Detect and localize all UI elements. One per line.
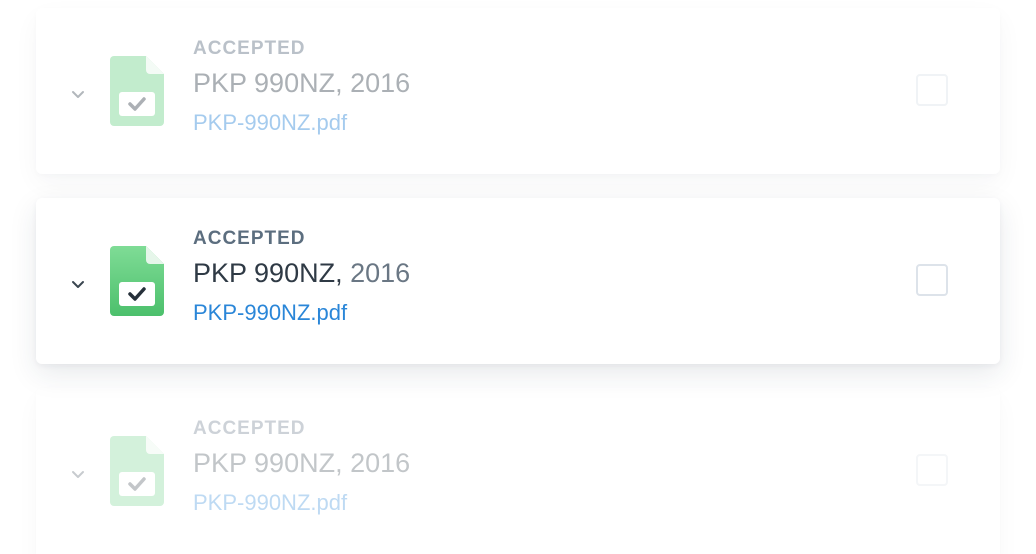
document-title-name: PKP 990NZ, (193, 448, 343, 478)
document-title: PKP 990NZ, 2016 (193, 64, 410, 102)
file-link[interactable]: PKP-990NZ.pdf (193, 108, 410, 138)
document-info: ACCEPTED PKP 990NZ, 2016 PKP-990NZ.pdf (193, 34, 410, 138)
document-card[interactable]: ACCEPTED PKP 990NZ, 2016 PKP-990NZ.pdf (36, 388, 1000, 554)
document-card[interactable]: ACCEPTED PKP 990NZ, 2016 PKP-990NZ.pdf (36, 8, 1000, 174)
document-title-year: 2016 (350, 68, 411, 98)
chevron-down-icon[interactable] (70, 86, 86, 102)
document-info: ACCEPTED PKP 990NZ, 2016 PKP-990NZ.pdf (193, 414, 410, 518)
status-label: ACCEPTED (193, 38, 306, 59)
document-title-year: 2016 (350, 448, 411, 478)
status-label: ACCEPTED (193, 418, 306, 439)
document-title-name: PKP 990NZ, (193, 258, 343, 288)
document-check-icon (110, 436, 164, 506)
document-info: ACCEPTED PKP 990NZ, 2016 PKP-990NZ.pdf (193, 224, 410, 328)
status-label: ACCEPTED (193, 228, 306, 249)
select-checkbox[interactable] (916, 264, 948, 296)
document-check-icon (110, 246, 164, 316)
chevron-down-icon[interactable] (70, 276, 86, 292)
document-list: ACCEPTED PKP 990NZ, 2016 PKP-990NZ.pdf A… (0, 0, 1036, 554)
file-link[interactable]: PKP-990NZ.pdf (193, 298, 410, 328)
document-title-year: 2016 (350, 258, 411, 288)
select-checkbox[interactable] (916, 74, 948, 106)
document-check-icon (110, 56, 164, 126)
document-title-name: PKP 990NZ, (193, 68, 343, 98)
document-card[interactable]: ACCEPTED PKP 990NZ, 2016 PKP-990NZ.pdf (36, 198, 1000, 364)
document-title: PKP 990NZ, 2016 (193, 444, 410, 482)
file-link[interactable]: PKP-990NZ.pdf (193, 488, 410, 518)
document-title: PKP 990NZ, 2016 (193, 254, 410, 292)
select-checkbox[interactable] (916, 454, 948, 486)
chevron-down-icon[interactable] (70, 466, 86, 482)
